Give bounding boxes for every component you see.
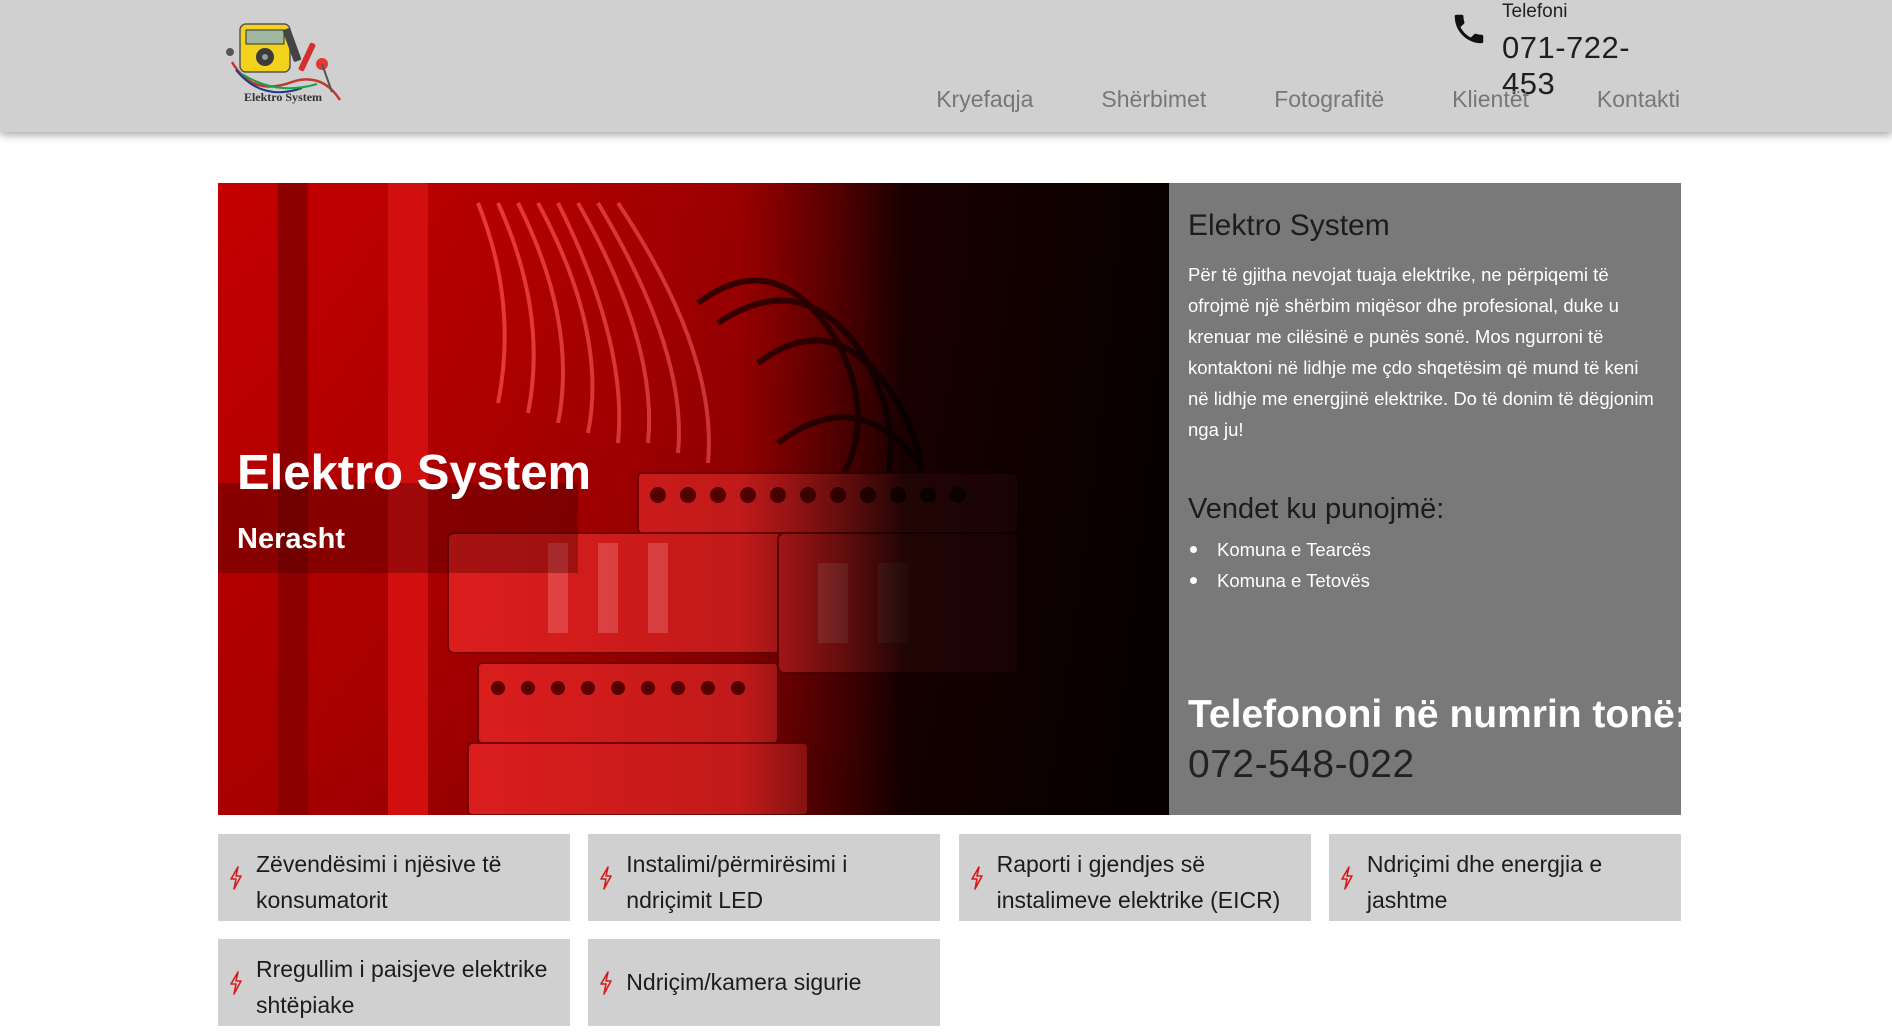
call-title: Telefononi në numrin tonë: [1188,693,1688,736]
places-list: Komuna e Tearcës Komuna e Tetovës [1188,534,1662,596]
phone-icon [1454,14,1484,44]
nav-item-services[interactable]: Shërbimet [1101,86,1206,113]
places-title: Vendet ku punojmë: [1188,493,1445,525]
service-label: Ndriçim/kamera sigurie [626,969,862,995]
phone-label: Telefoni [1502,1,1568,22]
service-card[interactable]: Ndriçim/kamera sigurie [588,939,941,1026]
list-item: Komuna e Tearcës [1188,534,1662,565]
lightning-bolt-icon [600,971,613,995]
nav-item-photos[interactable]: Fotografitë [1274,86,1384,113]
main-nav: Kryefaqja Shërbimet Fotografitë Klientët… [936,86,1680,113]
site-header: Elektro System Telefoni 071-722-453 Krye… [0,0,1892,132]
service-card[interactable]: Ndriçimi dhe energjia e jashtme [1328,834,1681,921]
hero-title: Elektro System [237,446,592,500]
about-panel: Elektro System Për të gjitha nevojat tua… [1169,183,1688,815]
lightning-bolt-icon [230,866,242,890]
services-grid: Zëvendësimi i njësive të konsumatorit In… [218,834,1681,1026]
hero-section: Elektro System Nerasht Elektro System Pë… [218,183,1688,815]
service-card[interactable]: Raporti i gjendjes së instalimeve elektr… [958,834,1311,921]
nav-item-clients[interactable]: Klientët [1452,86,1529,113]
lightning-bolt-icon [970,866,983,890]
service-card[interactable]: Zëvendësimi i njësive të konsumatorit [218,834,570,921]
lightning-bolt-icon [1341,866,1353,890]
nav-item-contact[interactable]: Kontakti [1597,86,1680,113]
list-item: Komuna e Tetovës [1188,565,1662,596]
hero-image: Elektro System Nerasht [218,183,1169,815]
call-number[interactable]: 072-548-022 [1188,743,1415,787]
service-label: Instalimi/përmirësimi i ndriçimit LED [626,851,848,913]
lightning-bolt-icon [230,971,242,995]
service-card[interactable]: Instalimi/përmirësimi i ndriçimit LED [588,834,941,921]
service-card[interactable]: Rregullim i paisjeve elektrike shtëpiake [218,939,570,1026]
hero-subtitle: Nerasht [237,523,345,555]
site-logo[interactable]: Elektro System [222,12,352,108]
service-label: Ndriçimi dhe energjia e jashtme [1366,851,1603,913]
logo-text: Elektro System [243,90,323,104]
service-label: Raporti i gjendjes së instalimeve elektr… [996,851,1281,913]
header-phone[interactable]: Telefoni 071-722-453 [1450,0,1680,101]
nav-item-home[interactable]: Kryefaqja [936,86,1033,113]
service-label: Zëvendësimi i njësive të konsumatorit [256,851,502,913]
panel-title: Elektro System [1188,209,1390,242]
lightning-bolt-icon [600,866,613,890]
service-label: Rregullim i paisjeve elektrike shtëpiake [256,956,548,1018]
panel-description: Për të gjitha nevojat tuaja elektrike, n… [1188,264,1654,440]
